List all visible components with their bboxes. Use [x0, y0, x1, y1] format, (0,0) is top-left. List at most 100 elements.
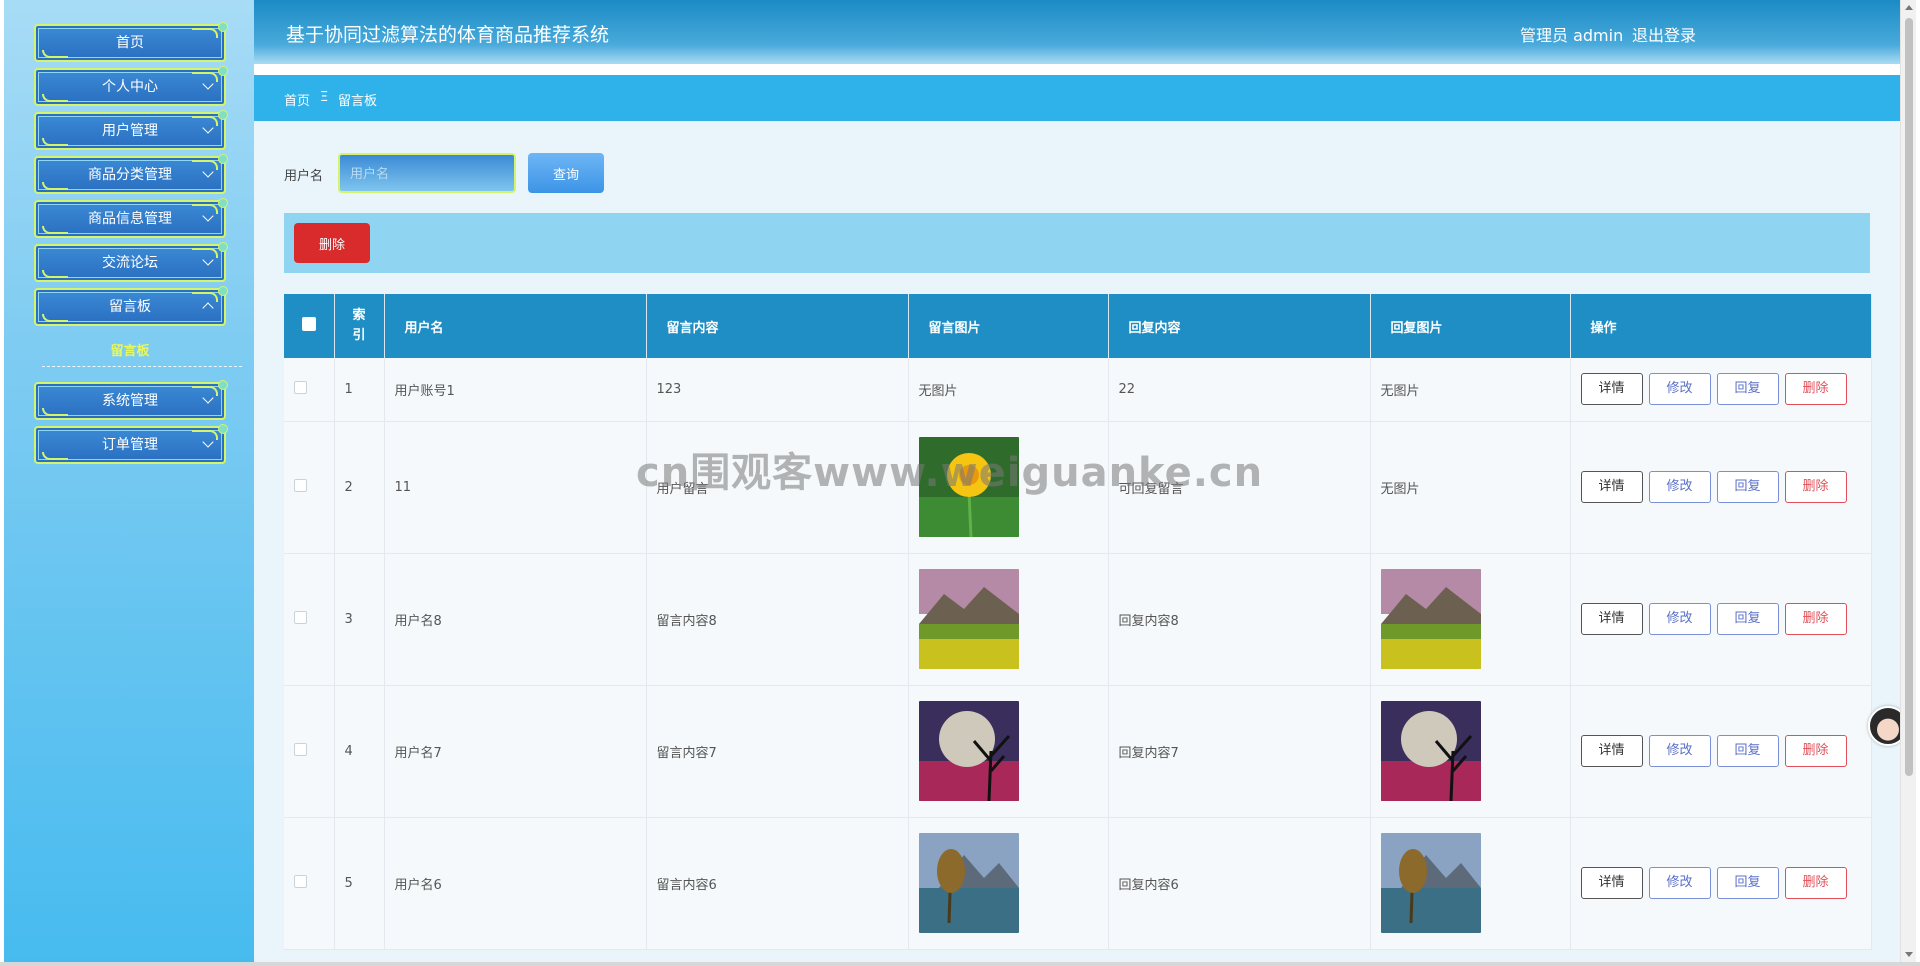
cell-reply-image: 无图片 [1370, 421, 1571, 553]
dot-icon [218, 424, 228, 434]
reply-button[interactable]: 回复 [1716, 603, 1779, 635]
cell-reply-image [1370, 817, 1571, 949]
edit-button[interactable]: 修改 [1648, 603, 1711, 635]
row-check-cell [284, 685, 335, 817]
search-label: 用户名 [284, 169, 324, 184]
flower-image[interactable] [918, 437, 1019, 537]
delete-button[interactable]: 删除 [1784, 603, 1847, 635]
sidebar-item-category[interactable]: 商品分类管理 [34, 154, 228, 194]
search-input[interactable] [338, 153, 516, 193]
cell-ops: 详情 修改 回复 删除 [1570, 817, 1872, 949]
cell-reply-image [1370, 553, 1571, 685]
table-row: 3 用户名8 留言内容8 回复内容8 详情 修改 回复 删除 [284, 553, 1872, 685]
edit-button[interactable]: 修改 [1648, 735, 1711, 767]
edit-button[interactable]: 修改 [1648, 373, 1711, 406]
delete-button[interactable]: 删除 [1784, 471, 1847, 503]
sidebar-item-label: 首页 [116, 35, 144, 51]
table-row: 4 用户名7 留言内容7 回复内容7 详情 修改 回复 删除 [284, 685, 1872, 817]
dot-icon [218, 380, 228, 390]
dot-icon [218, 154, 228, 164]
lake-image[interactable] [918, 833, 1019, 933]
sidebar-item-label: 商品信息管理 [88, 211, 172, 227]
scrollbar-thumb[interactable] [1905, 18, 1913, 776]
select-all-checkbox[interactable] [301, 317, 316, 331]
detail-button[interactable]: 详情 [1580, 867, 1643, 899]
sidebar-item-product-info[interactable]: 商品信息管理 [34, 198, 228, 238]
row-checkbox[interactable] [294, 874, 307, 888]
row-checkbox[interactable] [294, 478, 307, 492]
scroll-up-icon[interactable] [1905, 5, 1913, 10]
row-checkbox[interactable] [294, 742, 307, 756]
delete-button[interactable]: 删除 [1784, 373, 1847, 406]
cell-ops: 详情 修改 回复 删除 [1570, 553, 1872, 685]
cell-index: 3 [334, 553, 385, 685]
row-check-cell [284, 817, 335, 949]
sidebar-item-home[interactable]: 首页 [34, 22, 228, 62]
sidebar-item-system[interactable]: 系统管理 [34, 380, 228, 420]
batch-delete-button[interactable]: 删除 [294, 223, 370, 263]
logout-link[interactable]: 退出登录 [1632, 22, 1696, 46]
meadow-image[interactable] [1380, 569, 1481, 669]
cell-image [908, 421, 1109, 553]
cell-image: 无图片 [908, 358, 1109, 421]
lake-image[interactable] [1380, 833, 1481, 933]
row-checkbox[interactable] [294, 610, 307, 624]
submenu-item-message-board[interactable]: 留言板 [34, 340, 226, 359]
sidebar-item-forum[interactable]: 交流论坛 [34, 242, 228, 282]
cell-content: 留言内容8 [646, 553, 909, 685]
cell-username: 用户名7 [384, 685, 647, 817]
delete-button[interactable]: 删除 [1784, 867, 1847, 899]
cell-reply: 回复内容8 [1108, 553, 1371, 685]
page-title: 基于协同过滤算法的体育商品推荐系统 [286, 24, 610, 46]
cell-content: 留言内容7 [646, 685, 909, 817]
detail-button[interactable]: 详情 [1580, 603, 1643, 635]
ornament-icon [42, 226, 68, 234]
cell-reply: 回复内容6 [1108, 817, 1371, 949]
sidebar-item-orders[interactable]: 订单管理 [34, 424, 228, 464]
main-content: 用户名 查询 删除 索引 用户名 留言内容 留言图片 回复内容 回复图片 操作 [254, 121, 1900, 962]
detail-button[interactable]: 详情 [1580, 373, 1643, 406]
ornament-icon [192, 28, 218, 38]
cell-image [908, 817, 1109, 949]
sidebar-item-message-board[interactable]: 留言板 [34, 286, 228, 326]
delete-button[interactable]: 删除 [1784, 735, 1847, 767]
moon-image[interactable] [918, 701, 1019, 801]
sidebar-item-label: 用户管理 [102, 123, 158, 139]
cell-reply-image [1370, 685, 1571, 817]
ornament-icon [42, 452, 68, 460]
cell-index: 1 [334, 358, 385, 421]
row-check-cell [284, 358, 335, 421]
breadcrumb: 首页 Ξ 留言板 [254, 75, 1900, 121]
breadcrumb-home[interactable]: 首页 [284, 90, 310, 109]
reply-button[interactable]: 回复 [1716, 373, 1779, 406]
row-checkbox[interactable] [294, 380, 307, 394]
meadow-image[interactable] [918, 569, 1019, 669]
cell-username: 11 [384, 421, 647, 553]
dot-icon [218, 198, 228, 208]
sidebar-item-label: 留言板 [109, 299, 151, 315]
reply-button[interactable]: 回复 [1716, 471, 1779, 503]
reply-button[interactable]: 回复 [1716, 735, 1779, 767]
edit-button[interactable]: 修改 [1648, 471, 1711, 503]
sidebar-item-users[interactable]: 用户管理 [34, 110, 228, 150]
cell-index: 2 [334, 421, 385, 553]
cell-username: 用户名8 [384, 553, 647, 685]
dot-icon [218, 286, 228, 296]
sidebar-item-personal-center[interactable]: 个人中心 [34, 66, 228, 106]
reply-button[interactable]: 回复 [1716, 867, 1779, 899]
moon-image[interactable] [1380, 701, 1481, 801]
divider [42, 366, 242, 367]
sidebar-item-label: 交流论坛 [102, 255, 158, 271]
cell-content: 用户留言 [646, 421, 909, 553]
scroll-down-icon[interactable] [1905, 952, 1913, 957]
current-user: 管理员 admin [1520, 26, 1624, 45]
ornament-icon [42, 270, 68, 278]
vertical-scrollbar[interactable] [1900, 0, 1916, 962]
select-all-cell [284, 294, 335, 358]
sidebar-item-label: 系统管理 [102, 393, 158, 409]
edit-button[interactable]: 修改 [1648, 867, 1711, 899]
detail-button[interactable]: 详情 [1580, 735, 1643, 767]
header-reply: 回复内容 [1108, 294, 1371, 358]
detail-button[interactable]: 详情 [1580, 471, 1643, 503]
search-button[interactable]: 查询 [528, 153, 604, 193]
